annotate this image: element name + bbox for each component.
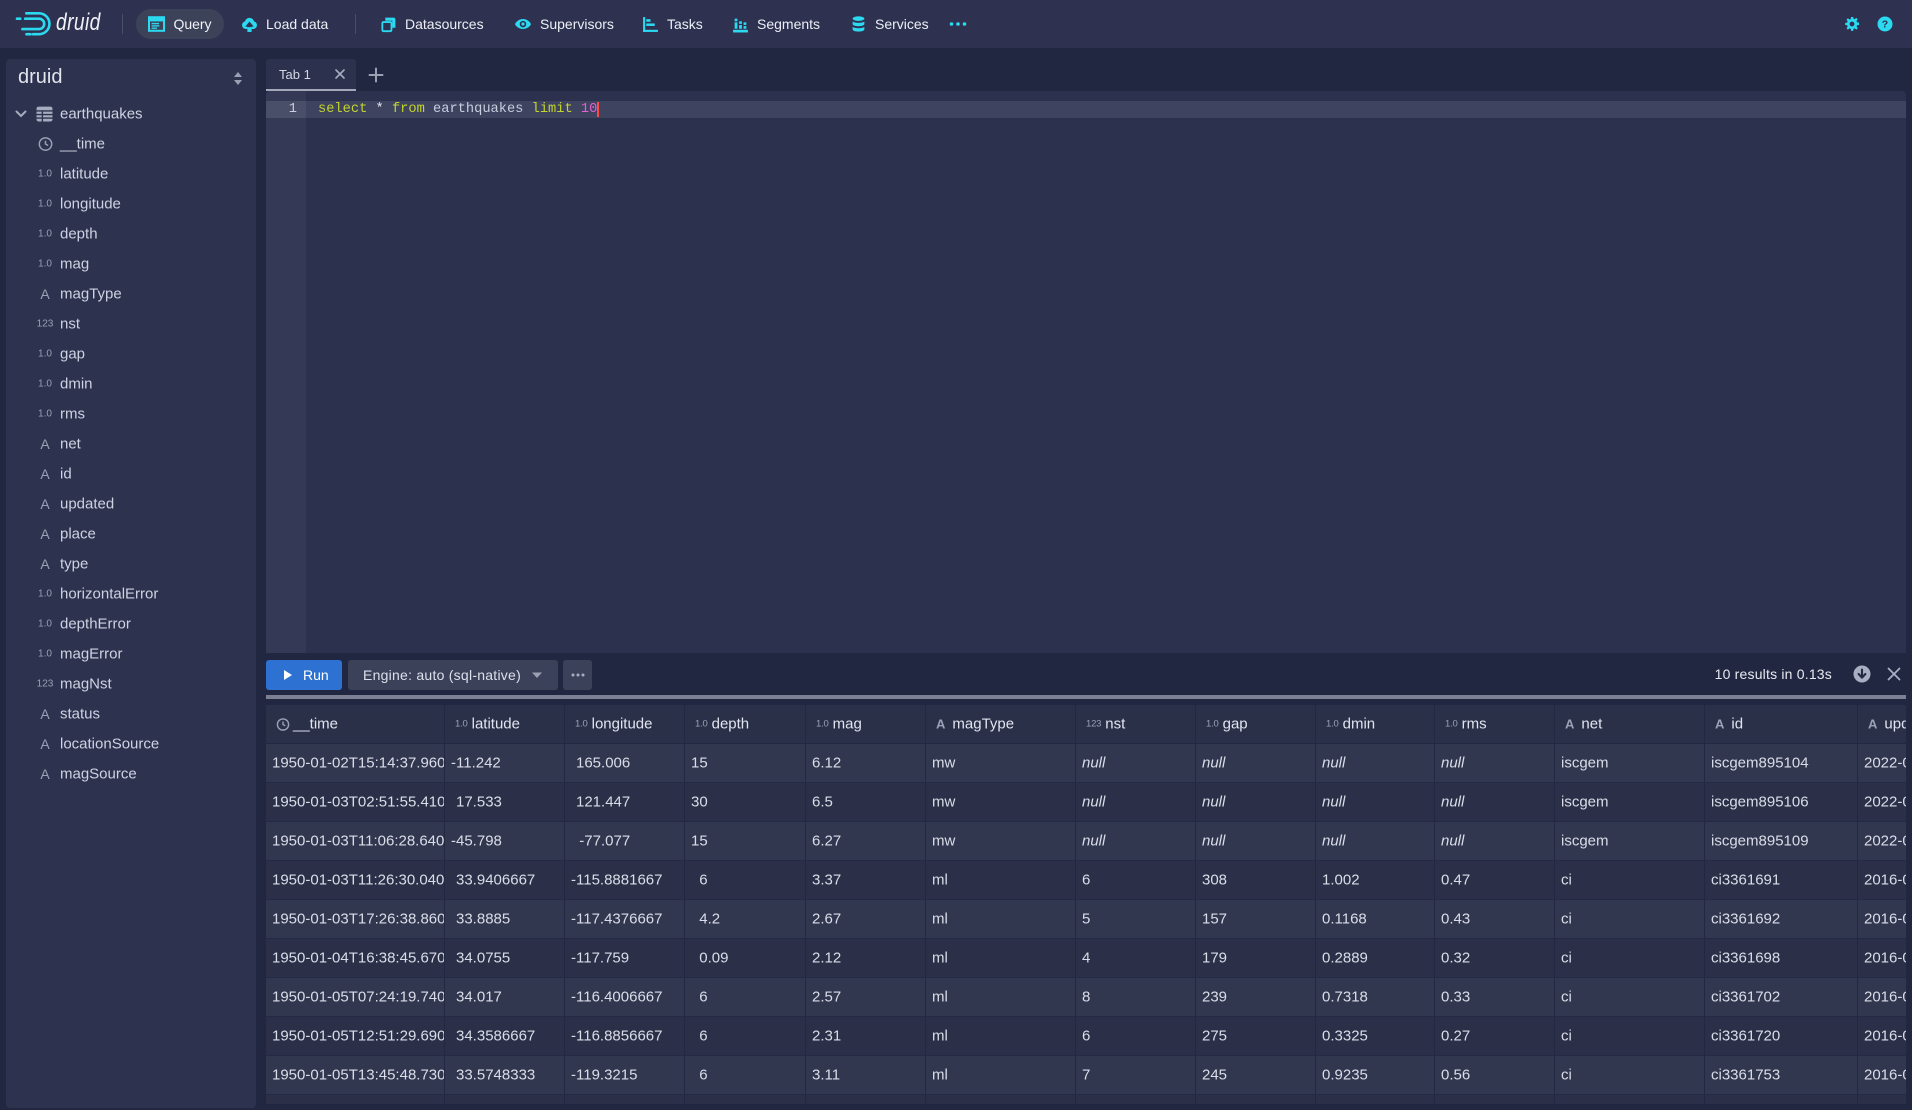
svg-text:?: ? bbox=[1882, 19, 1888, 31]
